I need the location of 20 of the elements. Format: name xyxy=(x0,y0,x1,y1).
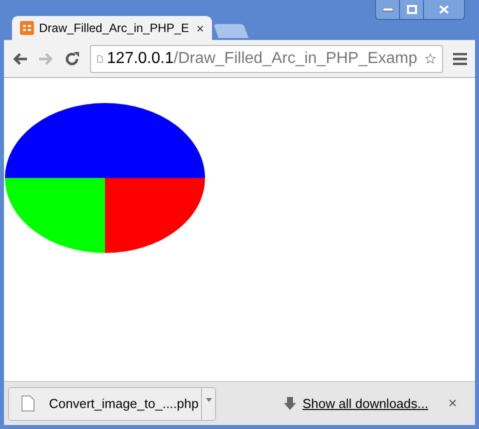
close-icon xyxy=(439,5,449,14)
show-all-downloads-link[interactable]: Show all downloads... xyxy=(302,394,428,414)
download-file-name: Convert_image_to_....php xyxy=(49,394,200,413)
caret-icon[interactable] xyxy=(206,398,212,402)
url-path: /Draw_Filled_Arc_in_PHP_Examp xyxy=(174,48,418,68)
minimize-icon xyxy=(382,8,392,12)
tab-title: Draw_Filled_Arc_in_PHP_E xyxy=(39,20,190,37)
close-downloads-button[interactable]: × xyxy=(448,396,457,411)
back-arrow-icon[interactable] xyxy=(12,52,28,66)
menu-icon[interactable] xyxy=(453,52,467,64)
address-field[interactable]: 127.0.0.1/Draw_Filled_Arc_in_PHP_Examp xyxy=(90,44,443,72)
url-host: 127.0.0.1 xyxy=(106,48,174,68)
download-item[interactable]: Convert_image_to_....php xyxy=(8,386,216,420)
download-arrow-icon xyxy=(284,397,296,410)
browser-tab[interactable]: Draw_Filled_Arc_in_PHP_E × xyxy=(12,16,212,40)
maximize-icon xyxy=(406,5,416,14)
app-logo-icon xyxy=(20,21,34,35)
file-icon xyxy=(21,395,35,412)
reload-icon[interactable] xyxy=(64,50,80,66)
tab-close-button[interactable]: × xyxy=(196,22,204,34)
